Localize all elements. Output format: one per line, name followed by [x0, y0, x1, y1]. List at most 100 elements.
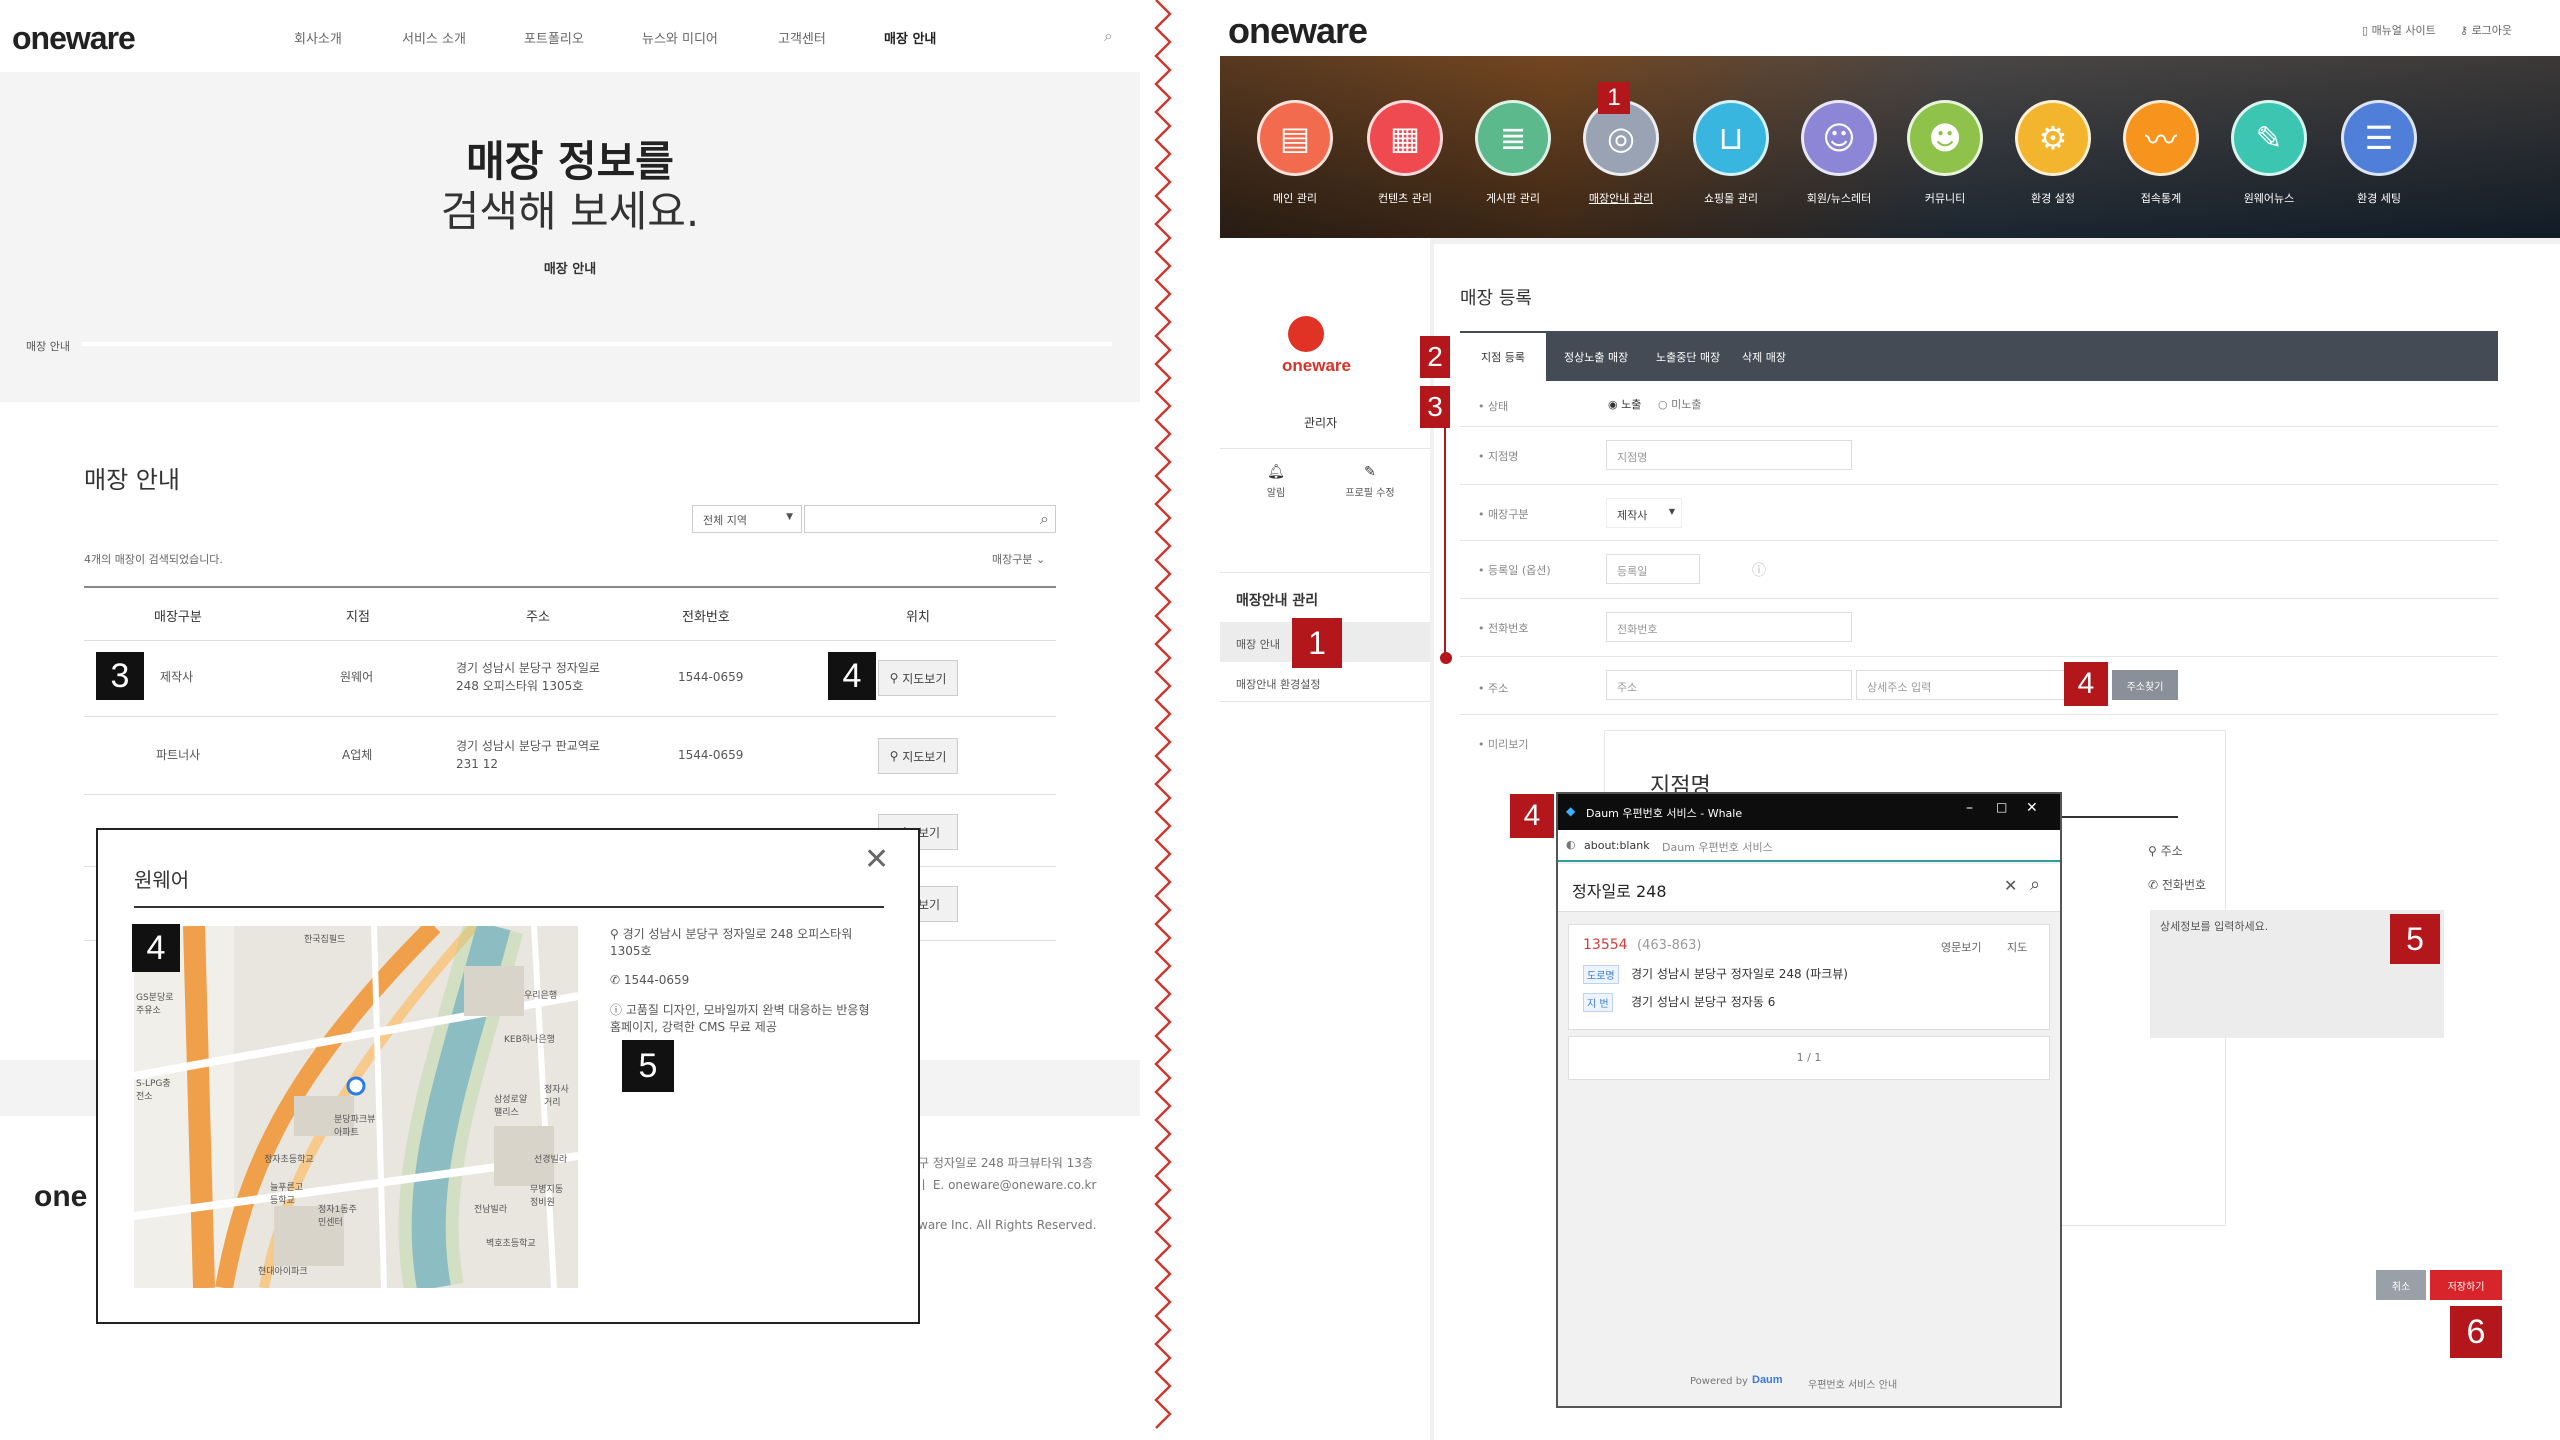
postcode-result[interactable]: 13554 (463-863) 영문보기 지도 도로명 경기 성남시 분당구 정…	[1568, 924, 2050, 1030]
map-link[interactable]: 지도	[2007, 939, 2027, 955]
phone-input[interactable]: 전화번호	[1606, 612, 1852, 642]
tab-deleted-stores[interactable]: 삭제 매장	[1742, 349, 1786, 365]
map-label: 정자초등학교	[264, 1155, 314, 1165]
menu-item-9[interactable]: 〰 접속통계	[2106, 100, 2216, 206]
radio-hidden[interactable]: ○ 미노출	[1658, 396, 1701, 412]
sort-dropdown[interactable]: 매장구분 ⌄	[992, 551, 1045, 567]
tab-register[interactable]: 지점 등록	[1460, 331, 1546, 381]
nav-company[interactable]: 회사소개	[294, 28, 342, 47]
menu-item-5[interactable]: ⊔ 쇼핑몰 관리	[1676, 100, 1786, 206]
modal-divider	[134, 906, 884, 908]
modal-address: ⚲ 경기 성남시 분당구 정자일로 248 오피스타워 1305호	[610, 927, 853, 958]
row2-type: 파트너사	[156, 748, 201, 762]
close-icon[interactable]: ✕	[864, 842, 889, 877]
menu-label: 쇼핑몰 관리	[1703, 192, 1759, 205]
sidebar-divider	[1220, 448, 1430, 449]
radio-checked-icon: ◉	[1608, 398, 1618, 411]
menu-item-3[interactable]: ≣ 게시판 관리	[1458, 100, 1568, 206]
menu-label: 게시판 관리	[1485, 192, 1541, 205]
pencil-icon: ✎	[1364, 464, 1376, 480]
menu-item-7[interactable]: ☻ 커뮤니티	[1890, 100, 2000, 206]
map-label: 늘푸른고등학교	[270, 1183, 304, 1206]
nav-store[interactable]: 매장 안내	[884, 28, 936, 47]
menu-item-2[interactable]: ▦ 컨텐츠 관리	[1350, 100, 1460, 206]
row-divider	[84, 640, 1056, 641]
popup-url[interactable]: about:blank	[1584, 839, 1650, 852]
cancel-button[interactable]: 취소	[2376, 1270, 2426, 1300]
menu-item-8[interactable]: ⚙ 환경 설정	[1998, 100, 2108, 206]
date-input[interactable]: 등록일	[1606, 554, 1700, 584]
doc-icon: ▯	[2362, 24, 2372, 37]
postcode-guide-link[interactable]: 우편번호 서비스 안내	[1808, 1376, 1897, 1391]
minimize-icon[interactable]: –	[1966, 800, 1973, 816]
pagination[interactable]: 1 / 1	[1568, 1036, 2050, 1080]
search-input[interactable]: ⌕	[804, 505, 1056, 533]
road-address[interactable]: 경기 성남시 분당구 정자일로 248 (파크뷰)	[1631, 965, 1848, 982]
menu-label: 원웨어뉴스	[2243, 192, 2295, 205]
nav-service[interactable]: 서비스 소개	[402, 28, 466, 47]
sidebar-item-store-settings[interactable]: 매장안내 환경설정	[1220, 662, 1430, 702]
hero-subtitle: 검색해 보세요.	[440, 187, 700, 236]
search-icon[interactable]: ⌕	[2030, 874, 2040, 895]
menu-item-4[interactable]: ◎ 매장안내 관리	[1566, 100, 1676, 206]
map-label: 정자사거리	[544, 1085, 569, 1108]
radio-visible[interactable]: ◉ 노출	[1608, 396, 1641, 412]
caret-down-icon: ▼	[1668, 507, 1675, 516]
type-select[interactable]: 제작사 ▼	[1606, 498, 1682, 528]
alarm-button[interactable]: 🔔︎ 알림	[1256, 464, 1296, 499]
store-map[interactable]: 한국집필드 GS분당로주유소 S-LPG충전소 우리은행 KEB하나은행 분당파…	[134, 926, 578, 1288]
postcode-search-input[interactable]: 정자일로 248 ✕ ⌕	[1558, 864, 2060, 912]
profile-edit-button[interactable]: ✎ 프로필 수정	[1340, 464, 1400, 499]
region-select[interactable]: 전체 지역 ▼	[692, 505, 802, 533]
nav-portfolio[interactable]: 포트폴리오	[524, 28, 584, 47]
pin-icon: ⚲	[2148, 844, 2161, 858]
admin-topbar	[1220, 0, 2560, 56]
menu-label: 회원/뉴스레터	[1806, 192, 1872, 205]
map-label: 벽호초등학교	[486, 1239, 536, 1249]
step-badge-1: 1	[1292, 618, 1342, 668]
search-icon[interactable]: ⌕	[1104, 26, 1113, 46]
nav-news[interactable]: 뉴스와 미디어	[642, 28, 718, 47]
close-icon[interactable]: ✕	[2026, 800, 2038, 816]
maximize-icon[interactable]: □	[1996, 800, 2007, 814]
col-location: 위치	[906, 610, 930, 625]
menu-item-1[interactable]: ▤ 메인 관리	[1240, 100, 1350, 206]
clear-icon[interactable]: ✕	[2004, 876, 2017, 895]
info-icon[interactable]: ⓘ	[1752, 560, 1766, 580]
breadcrumb: 매장 안내	[26, 340, 70, 353]
info-icon: ⓘ	[610, 1003, 626, 1017]
menu-item-6[interactable]: ☺ 회원/뉴스레터	[1784, 100, 1894, 206]
address-input[interactable]: 주소	[1606, 670, 1852, 700]
admin-logo[interactable]: oneware	[1228, 10, 1368, 52]
menu-item-10[interactable]: ✎ 원웨어뉴스	[2214, 100, 2324, 206]
nav-support[interactable]: 고객센터	[778, 28, 826, 47]
step-badge-1: 1	[1598, 82, 1630, 114]
step-badge-4: 4	[2064, 662, 2108, 706]
map-view-button[interactable]: ⚲ 지도보기	[878, 660, 958, 696]
label-address: • 주소	[1478, 682, 1509, 695]
lot-address[interactable]: 경기 성남시 분당구 정자동 6	[1631, 993, 1775, 1010]
row2-phone: 1544-0659	[678, 748, 744, 762]
menu-icon: ⊔	[1693, 100, 1769, 176]
manual-link[interactable]: ▯ 매뉴얼 사이트	[2362, 22, 2436, 38]
tab-active-stores[interactable]: 정상노출 매장	[1564, 349, 1628, 365]
site-logo[interactable]: oneware	[12, 20, 136, 57]
modal-phone: ✆ 1544-0659	[610, 973, 690, 987]
sidebar-divider	[1220, 572, 1430, 573]
site-preview-panel: oneware 회사소개 서비스 소개 포트폴리오 뉴스와 미디어 고객센터 매…	[0, 0, 1140, 1440]
label-type: • 매장구분	[1478, 508, 1529, 521]
address-search-button[interactable]: 주소찾기	[2112, 670, 2178, 700]
road-tag: 도로명	[1583, 965, 1619, 984]
search-icon[interactable]: ⌕	[1040, 509, 1049, 529]
save-button[interactable]: 저장하기	[2430, 1270, 2502, 1300]
step-badge-6: 6	[2450, 1306, 2502, 1358]
store-map-modal: 원웨어 ✕ 한국집필드 GS분당로주유소 S-LPG충전소 우리은행 KEB하나…	[96, 828, 920, 1324]
english-view-link[interactable]: 영문보기	[1941, 939, 1981, 955]
menu-item-11[interactable]: ☰ 환경 세팅	[2324, 100, 2434, 206]
footer-copyright: ware Inc. All Rights Reserved.	[918, 1218, 1097, 1232]
map-view-button[interactable]: ⚲ 지도보기	[878, 738, 958, 774]
tab-hidden-stores[interactable]: 노출중단 매장	[1656, 349, 1720, 365]
name-input[interactable]: 지점명	[1606, 440, 1852, 470]
logout-link[interactable]: ⚷ 로그아웃	[2460, 22, 2512, 38]
menu-label: 환경 설정	[2031, 192, 2075, 205]
